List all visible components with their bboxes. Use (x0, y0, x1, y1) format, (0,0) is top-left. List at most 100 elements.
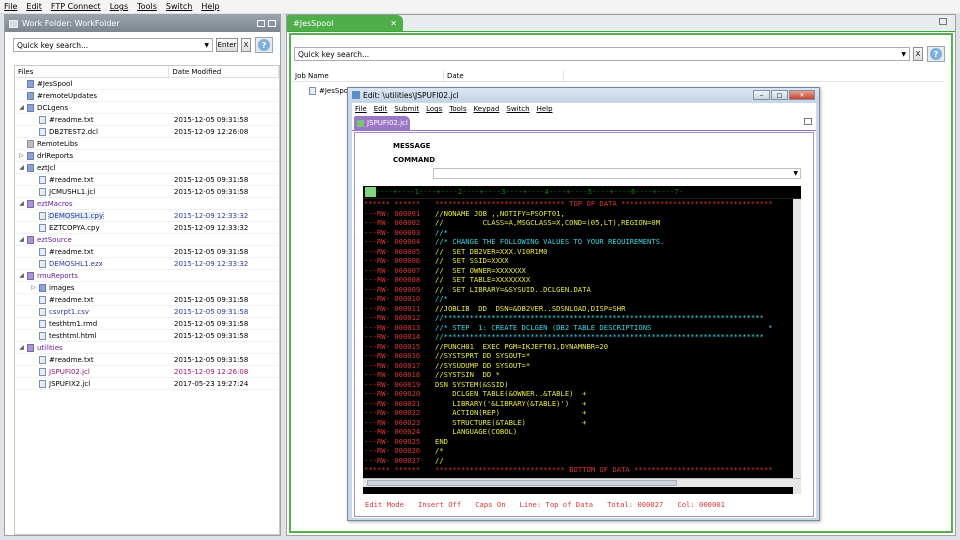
line-text[interactable]: // SET SSID=XXXX (435, 256, 509, 266)
file-tree-row[interactable]: #readme.txt 2015-12-05 09:31:58 (15, 114, 279, 126)
help-button[interactable]: ? (255, 37, 273, 53)
line-text[interactable]: //* STEP 1: CREATE DCLGEN (DB2 TABLE DES… (435, 323, 773, 333)
file-tree-row[interactable]: JCMUSHL1.jcl 2015-12-05 09:31:58 (15, 186, 279, 198)
file-tree-row[interactable]: ▷ drlReports (15, 150, 279, 162)
expand-toggle-icon[interactable]: ◢ (18, 104, 25, 111)
code-line[interactable]: ****** ****** ***************************… (363, 465, 801, 475)
line-prefix[interactable]: ---RW- 000026 (363, 446, 435, 456)
line-prefix[interactable]: ****** ****** (363, 199, 435, 209)
file-tree-row[interactable]: #readme.txt 2015-12-05 09:31:58 (15, 354, 279, 366)
line-text[interactable]: ****************************** BOTTOM OF… (435, 465, 773, 475)
file-tree-row[interactable]: JSPUFIX2.jcl 2017-05-23 19:27:24 (15, 378, 279, 390)
line-text[interactable]: //SYSUDUMP DD SYSOUT=* (435, 361, 530, 371)
line-prefix[interactable]: ---RW- 000004 (363, 237, 435, 247)
line-text[interactable]: /* (435, 446, 444, 456)
line-text[interactable]: // CLASS=A,MSGCLASS=X,COND=(05,LT),REGIO… (435, 218, 660, 228)
menu-switch[interactable]: Switch (166, 2, 192, 11)
editor-menu-edit[interactable]: Edit (374, 105, 388, 113)
editor-menu-logs[interactable]: Logs (426, 105, 442, 113)
code-line[interactable]: ---RW- 000012//*************************… (363, 313, 801, 323)
line-prefix[interactable]: ---RW- 000009 (363, 285, 435, 295)
line-text[interactable]: LANGUAGE(COBOL) (435, 427, 517, 437)
line-text[interactable]: STRUCTURE(&TABLE) + (435, 418, 586, 428)
minimize-button[interactable]: ‒ (753, 90, 770, 100)
file-tree-row[interactable]: RemoteLibs (15, 138, 279, 150)
line-text[interactable]: //**************************************… (435, 332, 764, 342)
editor-menu-switch[interactable]: Switch (506, 105, 529, 113)
clear-search-button[interactable]: X (241, 38, 251, 52)
code-line[interactable]: ---RW- 000022 ACTION(REP) + (363, 408, 801, 418)
editor-menu-keypad[interactable]: Keypad (474, 105, 500, 113)
col-files-header[interactable]: Files (15, 66, 170, 77)
file-tree-row[interactable]: ◢ utilities (15, 342, 279, 354)
file-tree-row[interactable]: csvrpt1.csv 2015-12-05 09:31:58 (15, 306, 279, 318)
line-prefix[interactable]: ---RW- 000011 (363, 304, 435, 314)
tab-jesspool[interactable]: #JesSpool ✕ (287, 15, 403, 31)
code-line[interactable]: ---RW- 000008// SET TABLE=XXXXXXXX (363, 275, 801, 285)
maximize-icon[interactable] (268, 20, 276, 27)
code-line[interactable]: ---RW- 000027// (363, 456, 801, 466)
file-tree-row[interactable]: ◢ eztSource (15, 234, 279, 246)
file-tree-row[interactable]: #readme.txt 2015-12-05 09:31:58 (15, 246, 279, 258)
line-prefix[interactable]: ---RW- 000015 (363, 342, 435, 352)
code-line[interactable]: ---RW- 000023 STRUCTURE(&TABLE) + (363, 418, 801, 428)
file-tree-row[interactable]: #remoteUpdates (15, 90, 279, 102)
line-text[interactable]: // (435, 456, 444, 466)
file-tree-row[interactable]: ◢ eztMacros (15, 198, 279, 210)
file-tree-row[interactable]: DEMOSHL1.ezx 2015-12-09 12:33:32 (15, 258, 279, 270)
code-line[interactable]: ---RW- 000024 LANGUAGE(COBOL) (363, 427, 801, 437)
line-prefix[interactable]: ---RW- 000012 (363, 313, 435, 323)
file-tree-row[interactable]: ▷ images (15, 282, 279, 294)
code-line[interactable]: ---RW- 000011//JOBLIB DD DSN=&DB2VER..SD… (363, 304, 801, 314)
editor-menu-help[interactable]: Help (537, 105, 553, 113)
code-line[interactable]: ---RW- 000010//* (363, 294, 801, 304)
right-search-input[interactable]: Quick key search... ▼ (294, 47, 910, 61)
code-line[interactable]: ---RW- 000013//* STEP 1: CREATE DCLGEN (… (363, 323, 801, 333)
expand-toggle-icon[interactable]: ◢ (18, 236, 25, 243)
maximize-icon[interactable] (939, 18, 947, 25)
line-prefix[interactable]: ---RW- 000020 (363, 389, 435, 399)
tab-jspufi02[interactable]: JSPUFI02.jcl (354, 116, 410, 130)
file-tree-row[interactable]: ◢ eztJcl (15, 162, 279, 174)
line-prefix[interactable]: ---RW- 000024 (363, 427, 435, 437)
expand-toggle-icon[interactable]: ◢ (18, 344, 25, 351)
line-text[interactable]: // SET DB2VER=XXX.V10R1M0 (435, 247, 548, 257)
line-text[interactable]: //NONAME JOB ,,NOTIFY=PSOFT01, (435, 209, 565, 219)
line-prefix[interactable]: ---RW- 000027 (363, 456, 435, 466)
line-prefix[interactable]: ---RW- 000018 (363, 370, 435, 380)
menu-edit[interactable]: Edit (26, 2, 42, 11)
terminal-screen[interactable]: ----+----1----+----2----+----3----+----4… (363, 186, 801, 512)
code-line[interactable]: ---RW- 000006// SET SSID=XXXX (363, 256, 801, 266)
horizontal-scrollbar[interactable] (363, 478, 801, 487)
menu-help[interactable]: Help (201, 2, 219, 11)
vertical-scrollbar[interactable] (793, 199, 801, 502)
file-tree-row[interactable]: ◢ DCLgens (15, 102, 279, 114)
line-prefix[interactable]: ---RW- 000003 (363, 228, 435, 238)
expand-toggle-icon[interactable]: ▷ (18, 152, 25, 159)
maximize-icon[interactable] (804, 118, 812, 125)
expand-toggle-icon[interactable]: ▷ (30, 284, 37, 291)
file-tree-row[interactable]: #JesSpool (15, 78, 279, 90)
line-prefix[interactable]: ---RW- 000025 (363, 437, 435, 447)
command-input[interactable]: ▼ (433, 168, 801, 179)
minimize-icon[interactable] (257, 20, 265, 27)
code-line[interactable]: ---RW- 000019 DSN SYSTEM(&SSID) (363, 380, 801, 390)
file-tree-row[interactable]: EZTCOPYA.cpy 2015-12-09 12:33:32 (15, 222, 279, 234)
file-tree-row[interactable]: DB2TEST2.dcl 2015-12-09 12:26:08 (15, 126, 279, 138)
code-line[interactable]: ---RW- 000026/* (363, 446, 801, 456)
line-text[interactable]: //JOBLIB DD DSN=&DB2VER..SDSNLOAD,DISP=S… (435, 304, 625, 314)
line-text[interactable]: //* (435, 228, 448, 238)
line-prefix[interactable]: ---RW- 000019 (363, 380, 435, 390)
code-line[interactable]: ---RW- 000017//SYSUDUMP DD SYSOUT=* (363, 361, 801, 371)
expand-toggle-icon[interactable]: ◢ (18, 272, 25, 279)
code-line[interactable]: ---RW- 000018//SYSTSIN DD * (363, 370, 801, 380)
line-text[interactable]: // SET TABLE=XXXXXXXX (435, 275, 530, 285)
editor-menu-file[interactable]: File (355, 105, 367, 113)
code-line[interactable]: ---RW- 000004//* CHANGE THE FOLLOWING VA… (363, 237, 801, 247)
line-prefix[interactable]: ---RW- 000002 (363, 218, 435, 228)
expand-toggle-icon[interactable]: ◢ (18, 164, 25, 171)
line-prefix[interactable]: ---RW- 000017 (363, 361, 435, 371)
editor-menu-tools[interactable]: Tools (449, 105, 466, 113)
line-text[interactable]: DCLGEN TABLE(&OWNER..&TABLE) + (435, 389, 586, 399)
line-text[interactable]: //**************************************… (435, 313, 764, 323)
